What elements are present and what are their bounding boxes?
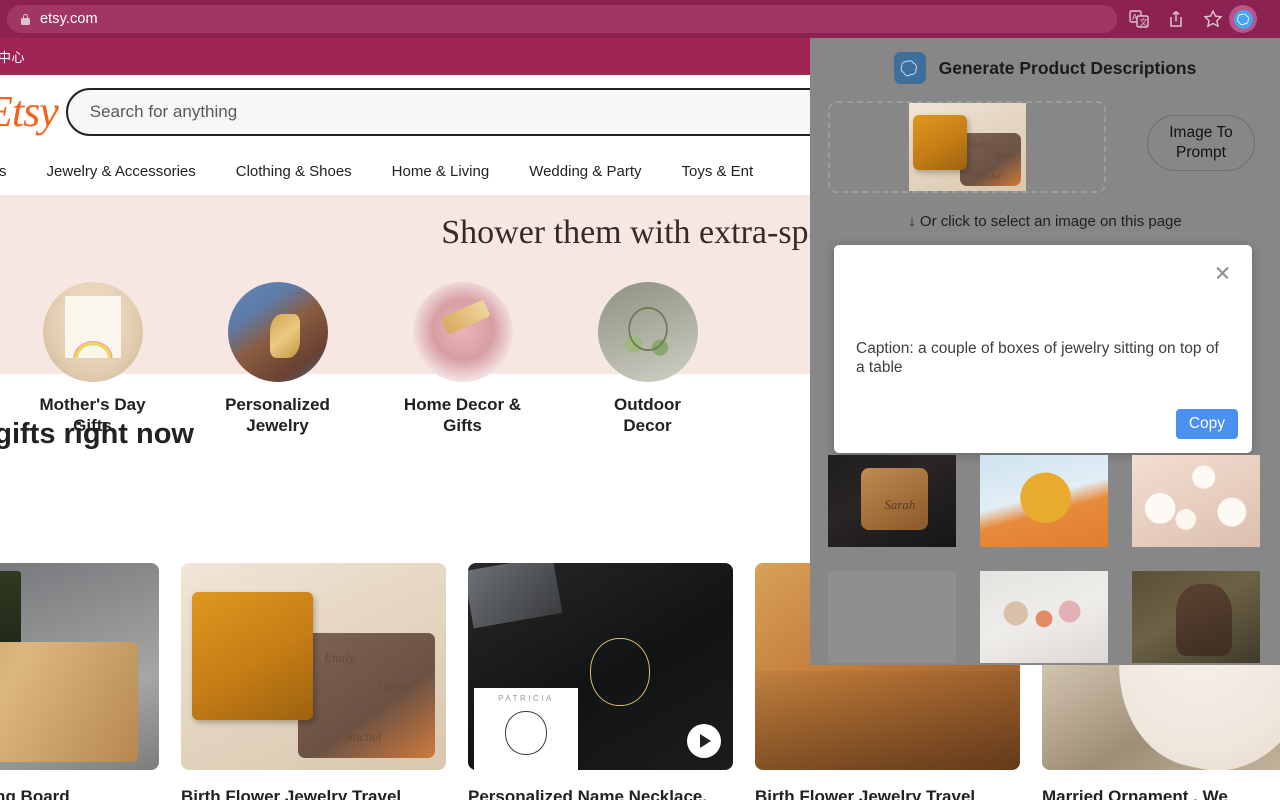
category-image: [42, 282, 143, 382]
extension-title: Generate Product Descriptions: [938, 57, 1197, 78]
page-image-item[interactable]: [980, 571, 1108, 663]
page-image-item[interactable]: [980, 455, 1108, 547]
image-to-prompt-label-1: Image To: [1169, 124, 1233, 141]
share-icon[interactable]: [1166, 9, 1186, 29]
caption-dialog: Caption: a couple of boxes of jewelry si…: [834, 245, 1252, 453]
extension-header: Generate Product Descriptions: [810, 34, 1280, 84]
play-button[interactable]: [687, 724, 721, 758]
promo-text: 中心: [0, 50, 26, 65]
browser-toolbar: etsy.com A 文: [0, 0, 1280, 38]
copy-button[interactable]: Copy: [1175, 409, 1238, 439]
product-card[interactable]: PATRICIA Personalized Name Necklace,: [468, 563, 733, 800]
address-bar[interactable]: etsy.com: [7, 5, 1117, 33]
product-card[interactable]: nalized Cutting Board: [0, 563, 159, 800]
product-image: [0, 563, 159, 770]
product-title: Personalized Name Necklace,: [468, 787, 708, 800]
chatgpt-swirl-icon: [893, 52, 926, 84]
category-image: [227, 282, 328, 382]
category-image: [597, 282, 698, 382]
product-title: Married Ornament , We: [1042, 787, 1228, 800]
page-image-item[interactable]: Sarah: [828, 455, 956, 547]
nav-item-wedding[interactable]: Wedding & Party: [529, 163, 641, 180]
image-dropzone[interactable]: Emily Claire Rachel: [828, 101, 1106, 193]
page-image-item[interactable]: [1132, 455, 1260, 547]
nav-item-toys[interactable]: Toys & Ent: [681, 163, 753, 180]
category-label: Mother's Day Gifts: [39, 395, 146, 435]
category-image: [412, 282, 513, 382]
caption-text: Caption: a couple of boxes of jewelry si…: [856, 340, 1219, 376]
product-image: PATRICIA: [468, 563, 733, 770]
close-icon[interactable]: [1215, 265, 1230, 280]
dropzone-thumbnail: Emily Claire Rachel: [908, 103, 1026, 191]
screen: etsy.com A 文 中心 tsy Search for anything …: [0, 0, 1280, 800]
page-image-item[interactable]: [828, 571, 956, 663]
page-image-grid: Sarah: [828, 455, 1260, 663]
nav-item-jewelry[interactable]: Jewelry & Accessories: [47, 163, 196, 180]
lock-icon: [21, 13, 30, 25]
image-to-prompt-label-2: Prompt: [1176, 144, 1226, 161]
page-image-item[interactable]: [1132, 571, 1260, 663]
product-title: nalized Cutting Board: [0, 787, 70, 800]
select-image-hint: ↓ Or click to select an image on this pa…: [908, 213, 1182, 230]
url-text: etsy.com: [40, 11, 98, 27]
category-label: Outdoor Decor: [613, 395, 682, 435]
extension-panel: Generate Product Descriptions Emily Clai…: [810, 34, 1280, 665]
extension-icon[interactable]: [1229, 5, 1257, 33]
bookmark-star-icon[interactable]: [1203, 9, 1223, 29]
category-tile[interactable]: Outdoor Decor: [555, 282, 740, 436]
product-card[interactable]: Emily Claire Rachel Birth Flower Jewelry…: [181, 563, 446, 800]
translate-icon[interactable]: A 文: [1129, 9, 1149, 29]
monogram-inset: PATRICIA: [474, 688, 578, 770]
browser-action-icons: A 文: [1129, 9, 1223, 29]
product-title: Birth Flower Jewelry Travel: [755, 787, 976, 800]
nav-item-home[interactable]: Home & Living: [392, 163, 490, 180]
image-to-prompt-button[interactable]: Image To Prompt: [1147, 115, 1255, 171]
category-label: Personalized Jewelry: [225, 395, 330, 435]
category-tile[interactable]: Mother's Day Gifts: [0, 282, 185, 436]
category-label: Home Decor & Gifts: [403, 395, 522, 435]
chatgpt-swirl-icon: [1233, 9, 1253, 29]
svg-text:文: 文: [1140, 17, 1148, 27]
nav-item-favorites[interactable]: avorites: [0, 163, 7, 180]
product-title: Birth Flower Jewelry Travel: [181, 787, 402, 800]
product-image: Emily Claire Rachel: [181, 563, 446, 770]
etsy-logo[interactable]: Etsy: [0, 86, 59, 137]
category-tile[interactable]: Personalized Jewelry: [185, 282, 370, 436]
category-tile[interactable]: Home Decor & Gifts: [370, 282, 555, 436]
nav-item-clothing[interactable]: Clothing & Shoes: [236, 163, 352, 180]
